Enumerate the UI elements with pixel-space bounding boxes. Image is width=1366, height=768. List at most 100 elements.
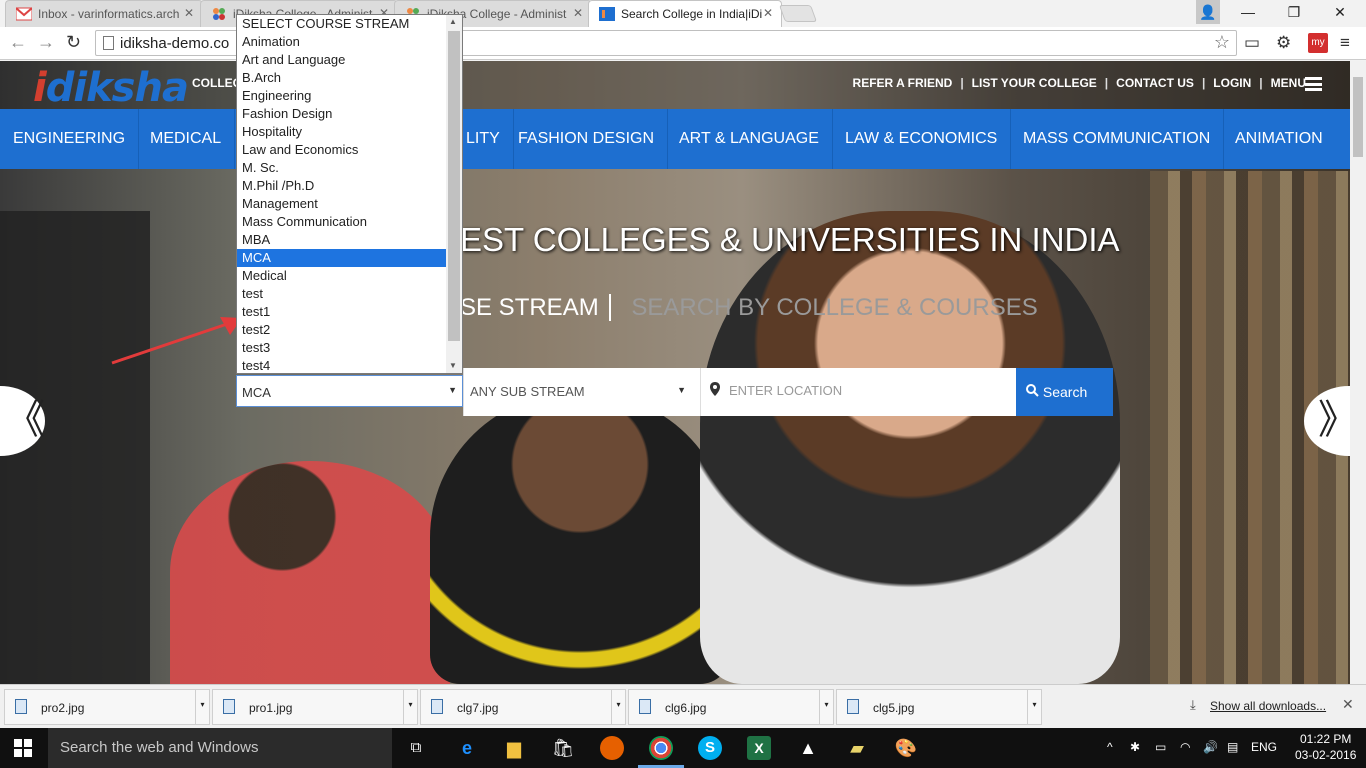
download-options-caret[interactable]: ▾ xyxy=(1027,690,1041,724)
new-tab-button[interactable] xyxy=(778,5,818,22)
page-scrollbar-thumb[interactable] xyxy=(1353,77,1363,157)
download-item[interactable]: clg6.jpg ▾ xyxy=(628,689,834,725)
refer-friend-link[interactable]: REFER A FRIEND xyxy=(853,76,953,90)
location-input[interactable]: ENTER LOCATION xyxy=(700,368,1016,416)
download-options-caret[interactable]: ▾ xyxy=(403,690,417,724)
paint-icon[interactable]: 🎨 xyxy=(894,736,918,760)
hero-background-image xyxy=(430,391,730,684)
close-icon[interactable]: ✕ xyxy=(184,6,194,20)
dropdown-option[interactable]: MCA xyxy=(237,249,446,267)
back-icon[interactable]: ← xyxy=(9,32,27,53)
browser-tab-search-college[interactable]: Search College in India|iDi ✕ xyxy=(588,0,782,27)
tab-search-by-stream[interactable]: SE STREAM xyxy=(460,294,611,321)
scroll-up-icon[interactable]: ▲ xyxy=(449,17,457,26)
sub-stream-select[interactable]: ANY SUB STREAM ▼ xyxy=(463,368,700,416)
download-item[interactable]: clg5.jpg ▾ xyxy=(836,689,1042,725)
dropdown-option[interactable]: Medical xyxy=(237,267,446,285)
close-icon[interactable]: ✕ xyxy=(573,6,583,20)
dropdown-option[interactable]: M. Sc. xyxy=(237,159,446,177)
dropdown-option[interactable]: test3 xyxy=(237,339,446,357)
tab-search-by-college[interactable]: SEARCH BY COLLEGE & COURSES xyxy=(617,294,1037,321)
scroll-down-icon[interactable]: ▼ xyxy=(449,361,457,370)
forward-icon[interactable]: → xyxy=(37,32,55,53)
close-window-button[interactable]: ✕ xyxy=(1328,0,1352,24)
edge-browser-icon[interactable]: e xyxy=(455,736,479,760)
action-center-icon[interactable]: ▤ xyxy=(1227,740,1238,754)
download-options-caret[interactable]: ▾ xyxy=(819,690,833,724)
windows-start-icon[interactable] xyxy=(14,739,32,757)
dropdown-option[interactable]: Hospitality xyxy=(237,123,446,141)
dropdown-option[interactable]: Law and Economics xyxy=(237,141,446,159)
input-language[interactable]: ENG xyxy=(1251,740,1277,754)
dropdown-option[interactable]: test1 xyxy=(237,303,446,321)
show-hidden-icons-chevron-icon[interactable]: ^ xyxy=(1107,740,1113,754)
restore-button[interactable]: ❐ xyxy=(1282,0,1306,24)
scrollbar-thumb[interactable] xyxy=(448,31,460,341)
close-icon[interactable]: ✕ xyxy=(763,6,773,20)
dropdown-option[interactable]: Fashion Design xyxy=(237,105,446,123)
search-button[interactable]: Search xyxy=(1016,368,1113,416)
category-mass-communication[interactable]: MASS COMMUNICATION xyxy=(1010,109,1225,169)
dropdown-option[interactable]: MBA xyxy=(237,231,446,249)
search-icon xyxy=(1026,384,1043,400)
site-logo[interactable]: idiksha xyxy=(33,65,189,111)
system-clock[interactable]: 01:22 PM 03-02-2016 xyxy=(1295,731,1356,763)
user-profile-icon[interactable]: 👤 xyxy=(1196,0,1220,24)
dropdown-option[interactable]: Management xyxy=(237,195,446,213)
skype-icon[interactable]: S xyxy=(698,736,722,760)
browser-tab-inbox[interactable]: Inbox - varinformatics.arch ✕ xyxy=(5,0,203,27)
dropdown-option[interactable]: Animation xyxy=(237,33,446,51)
chrome-icon[interactable] xyxy=(649,736,673,760)
battery-icon[interactable]: ▭ xyxy=(1155,740,1166,754)
dropdown-option[interactable]: test2 xyxy=(237,321,446,339)
page-scrollbar[interactable] xyxy=(1350,61,1366,684)
sticky-notes-icon[interactable]: ▰ xyxy=(845,736,869,760)
dropdown-option[interactable]: M.Phil /Ph.D xyxy=(237,177,446,195)
menu-link[interactable]: MENU xyxy=(1271,76,1306,90)
hamburger-menu-icon[interactable] xyxy=(1305,77,1322,91)
category-animation[interactable]: ANIMATION xyxy=(1222,109,1336,169)
cast-icon[interactable]: ▭ xyxy=(1244,33,1260,53)
download-options-caret[interactable]: ▾ xyxy=(611,690,625,724)
contact-us-link[interactable]: CONTACT US xyxy=(1116,76,1194,90)
dropdown-option[interactable]: Art and Language xyxy=(237,51,446,69)
extension-my-icon[interactable]: my xyxy=(1308,33,1328,53)
file-explorer-icon[interactable]: ▆ xyxy=(502,736,526,760)
download-item[interactable]: pro1.jpg ▾ xyxy=(212,689,418,725)
dropdown-option[interactable]: B.Arch xyxy=(237,69,446,87)
category-medical[interactable]: MEDICAL xyxy=(137,109,236,169)
taskbar-search-box[interactable]: Search the web and Windows xyxy=(48,728,392,768)
download-item[interactable]: pro2.jpg ▾ xyxy=(4,689,210,725)
close-icon[interactable]: ✕ xyxy=(1342,696,1354,713)
top-links: REFER A FRIEND | LIST YOUR COLLEGE | CON… xyxy=(852,76,1306,90)
task-view-icon[interactable]: ⧉ xyxy=(404,736,428,760)
dropdown-option[interactable]: test4 xyxy=(237,357,446,375)
network-settings-icon[interactable]: ✱ xyxy=(1130,740,1140,754)
download-item[interactable]: clg7.jpg ▾ xyxy=(420,689,626,725)
dropdown-option[interactable]: test xyxy=(237,285,446,303)
minimize-button[interactable]: — xyxy=(1236,0,1260,24)
list-college-link[interactable]: LIST YOUR COLLEGE xyxy=(972,76,1097,90)
category-fashion-design[interactable]: FASHION DESIGN xyxy=(505,109,669,169)
dropdown-option[interactable]: Engineering xyxy=(237,87,446,105)
dropdown-scrollbar[interactable]: ▲ ▼ xyxy=(446,15,462,373)
dropdown-option[interactable]: Mass Communication xyxy=(237,213,446,231)
bookmark-star-icon[interactable]: ☆ xyxy=(1214,32,1230,53)
download-options-caret[interactable]: ▾ xyxy=(195,690,209,724)
reload-icon[interactable]: ↻ xyxy=(66,32,81,53)
category-art-language[interactable]: ART & LANGUAGE xyxy=(666,109,833,169)
excel-icon[interactable]: X xyxy=(747,736,771,760)
wifi-icon[interactable]: ◠ xyxy=(1180,740,1190,754)
dropdown-option[interactable]: SELECT COURSE STREAM xyxy=(237,15,446,33)
store-icon[interactable]: 🛍 xyxy=(551,736,575,760)
course-stream-select[interactable]: MCA ▼ xyxy=(236,375,463,407)
category-law-economics[interactable]: LAW & ECONOMICS xyxy=(832,109,1012,169)
photos-icon[interactable]: ▲ xyxy=(796,736,820,760)
show-all-downloads-link[interactable]: Show all downloads... xyxy=(1210,699,1326,713)
settings-gear-icon[interactable]: ⚙ xyxy=(1276,33,1291,53)
volume-icon[interactable]: 🔊 xyxy=(1203,740,1218,754)
firefox-icon[interactable] xyxy=(600,736,624,760)
chrome-menu-icon[interactable]: ≡ xyxy=(1340,33,1350,53)
category-engineering[interactable]: ENGINEERING xyxy=(0,109,140,169)
login-link[interactable]: LOGIN xyxy=(1213,76,1251,90)
